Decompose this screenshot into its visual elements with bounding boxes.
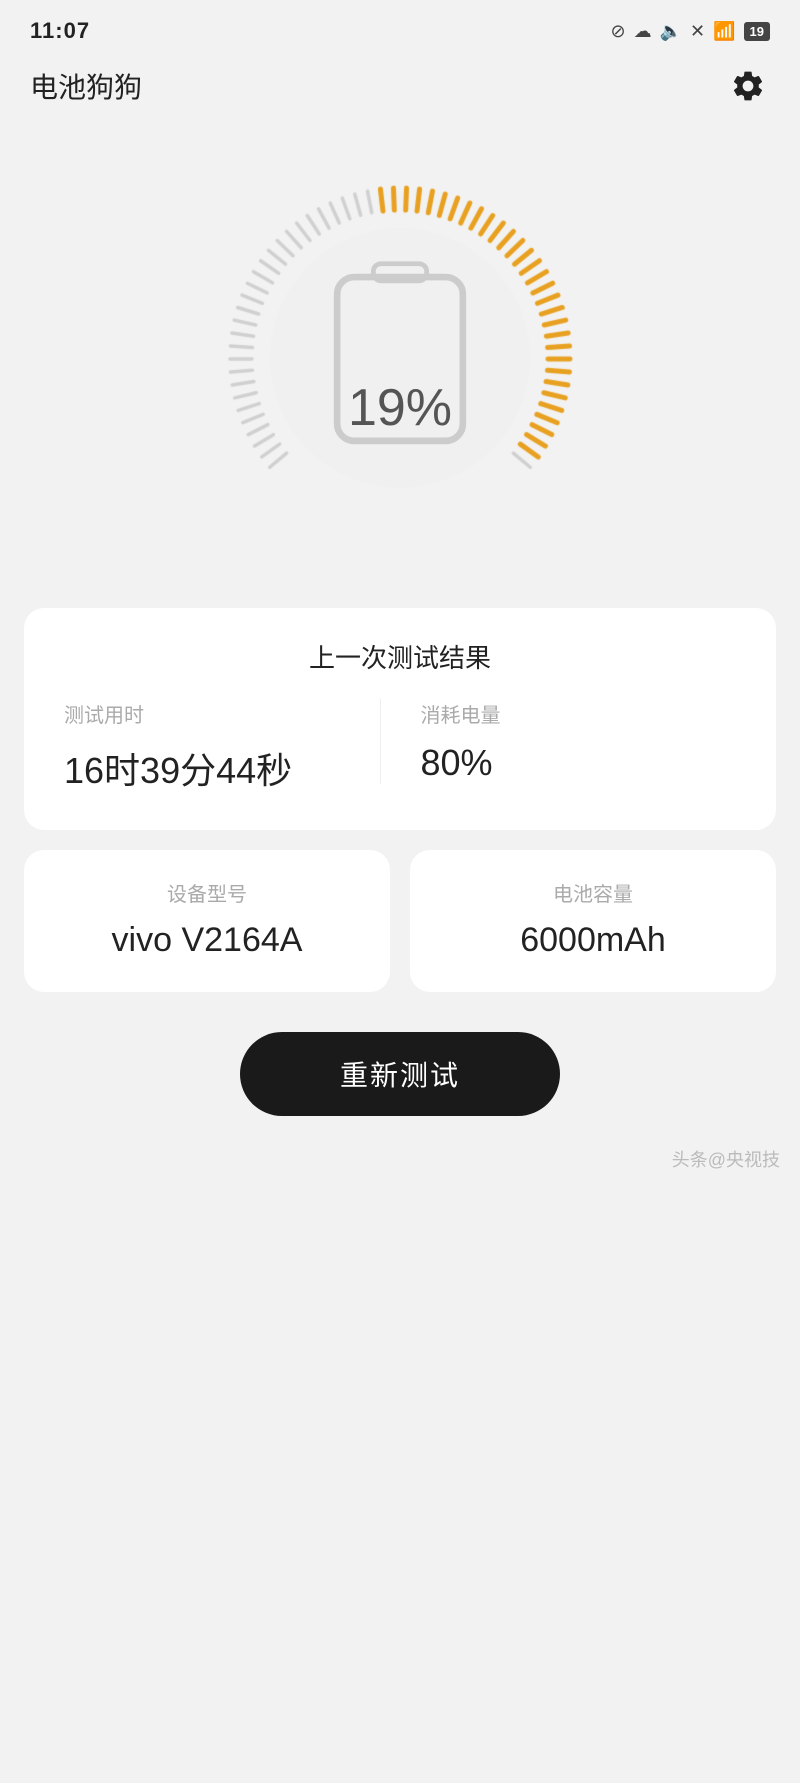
status-icons: ⊘ ☁ 🔈 ✕ 📶 19	[611, 21, 771, 42]
duration-col: 测试用时 16时39分44秒	[64, 699, 380, 794]
battery-center: 19%	[320, 258, 480, 458]
cards-section: 上一次测试结果 测试用时 16时39分44秒 消耗电量 80% 设备型号 viv…	[0, 608, 800, 992]
consumed-col: 消耗电量 80%	[380, 699, 737, 784]
top-bar: 电池狗狗	[0, 54, 800, 118]
battery-icon-wrap: 19%	[320, 258, 480, 458]
duration-value: 16时39分44秒	[64, 742, 380, 794]
volume-icon: 🔈	[660, 21, 682, 42]
gear-icon-svg	[730, 68, 766, 104]
consumed-label: 消耗电量	[421, 699, 737, 728]
battery-percentage: 19%	[348, 378, 452, 438]
gauge-wrapper: 19%	[200, 158, 600, 558]
retest-button[interactable]: 重新测试	[240, 1032, 560, 1116]
btn-section: 重新测试	[0, 992, 800, 1146]
model-label: 设备型号	[54, 878, 360, 907]
duration-label: 测试用时	[64, 699, 380, 728]
alarm-icon: ⊘	[611, 21, 626, 42]
capacity-value: 6000mAh	[440, 921, 746, 960]
last-result-card: 上一次测试结果 测试用时 16时39分44秒 消耗电量 80%	[24, 608, 776, 830]
notification-icon: ✕	[690, 21, 705, 42]
battery-status-badge: 19	[744, 22, 770, 41]
gauge-section: 19%	[0, 118, 800, 608]
consumed-value: 80%	[421, 742, 737, 784]
app-title: 电池狗狗	[30, 66, 142, 106]
model-card: 设备型号 vivo V2164A	[24, 850, 390, 992]
status-bar: 11:07 ⊘ ☁ 🔈 ✕ 📶 19	[0, 0, 800, 54]
device-info-section: 设备型号 vivo V2164A 电池容量 6000mAh	[24, 850, 776, 992]
cloud-icon: ☁	[634, 21, 652, 42]
watermark: 头条@央视技	[0, 1146, 800, 1192]
wifi-icon: 📶	[713, 21, 735, 42]
last-result-row: 测试用时 16时39分44秒 消耗电量 80%	[64, 699, 736, 794]
settings-button[interactable]	[726, 64, 770, 108]
status-time: 11:07	[30, 18, 90, 44]
capacity-card: 电池容量 6000mAh	[410, 850, 776, 992]
last-result-title: 上一次测试结果	[64, 638, 736, 675]
model-value: vivo V2164A	[54, 921, 360, 960]
capacity-label: 电池容量	[440, 878, 746, 907]
